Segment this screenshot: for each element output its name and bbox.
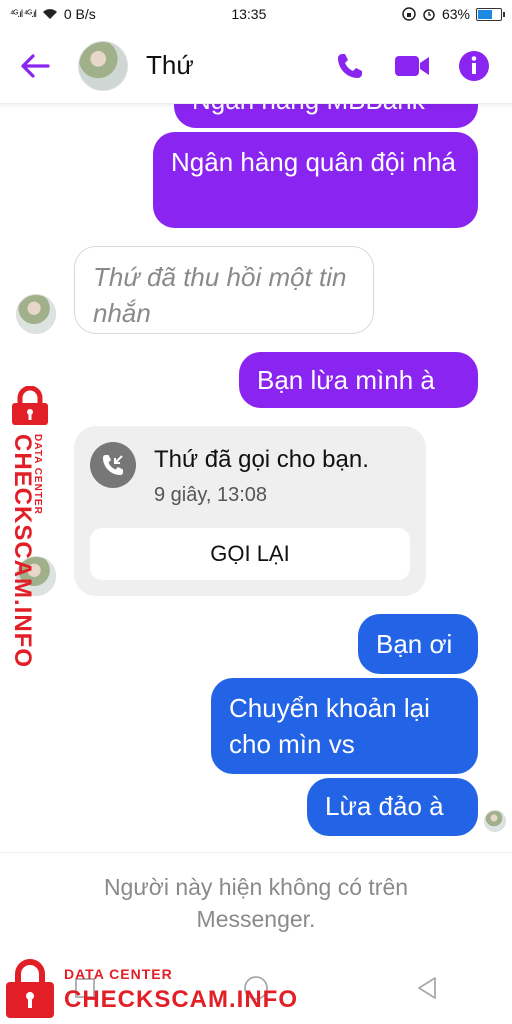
message-bubble[interactable]: Bạn lừa mình à <box>239 352 478 408</box>
unavailable-notice: Người này hiện không có trên Messenger. <box>0 852 512 952</box>
contact-name[interactable]: Thứ <box>146 50 308 81</box>
wifi-icon <box>42 9 57 19</box>
chat-header: Thứ <box>0 28 512 104</box>
message-bubble[interactable]: Chuyển khoản lại cho mìn vs <box>211 678 478 774</box>
status-left: ⁴ᴳ.ıl ⁴ᴳ.ıl 0 B/s <box>10 6 96 22</box>
recalled-message-bubble[interactable]: Thứ đã thu hồi một tin nhắn <box>74 246 374 334</box>
lock-icon <box>12 386 48 425</box>
battery-percent: 63% <box>441 6 470 22</box>
contact-avatar[interactable] <box>78 40 128 91</box>
message-bubble[interactable]: Ngân hàng MBBank <box>174 104 478 128</box>
message-bubble[interactable]: Bạn ơi <box>358 614 478 674</box>
battery-icon <box>476 7 505 21</box>
contact-avatar-small[interactable] <box>16 294 56 334</box>
back-arrow-icon[interactable] <box>18 49 52 83</box>
status-bar: ⁴ᴳ.ıl ⁴ᴳ.ıl 0 B/s 13:35 63% <box>0 0 512 28</box>
clock: 13:35 <box>231 6 267 22</box>
call-back-button[interactable]: GỌI LẠI <box>90 528 410 580</box>
phone-call-icon[interactable] <box>330 46 370 86</box>
lock-icon <box>6 959 54 1018</box>
call-time: 9 giây, 13:08 <box>154 484 268 506</box>
signal-indicator: ⁴ᴳ.ıl ⁴ᴳ.ıl <box>10 8 37 20</box>
watermark-vertical: CHECKSCAM.INFO DATA CENTER <box>2 386 58 668</box>
alarm-icon <box>423 9 435 21</box>
seen-avatar <box>484 810 506 832</box>
lock-rotation-icon <box>402 7 416 21</box>
message-bubble[interactable]: Ngân hàng quân đội nhá <box>153 132 478 228</box>
call-title: Thứ đã gọi cho bạn. <box>154 446 369 473</box>
watermark-subtext: DATA CENTER <box>32 434 43 515</box>
watermark-text: CHECKSCAM.INFO <box>64 986 298 1013</box>
message-list[interactable]: Ngân hàng MBBank Ngân hàng quân đội nhá … <box>0 104 512 852</box>
missed-call-card: Thứ đã gọi cho bạn. 9 giây, 13:08 GỌI LẠ… <box>74 426 426 596</box>
missed-call-icon <box>90 442 136 488</box>
network-speed: 0 B/s <box>63 6 96 22</box>
watermark-subtext: DATA CENTER <box>64 966 173 982</box>
info-icon[interactable] <box>454 46 494 86</box>
back-button[interactable] <box>407 968 447 1008</box>
video-call-icon[interactable] <box>392 46 432 86</box>
message-bubble[interactable]: Lừa đảo à <box>307 778 478 836</box>
watermark-bottom: DATA CENTER CHECKSCAM.INFO <box>2 954 322 1022</box>
status-right: 63% <box>402 6 505 22</box>
